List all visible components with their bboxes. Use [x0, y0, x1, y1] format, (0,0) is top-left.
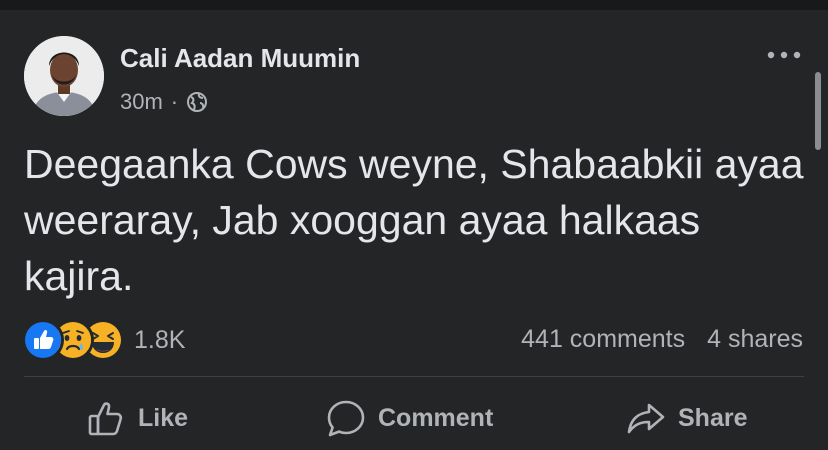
like-label: Like	[138, 403, 189, 432]
post-meta: 30m ·	[120, 89, 208, 115]
scrollbar[interactable]	[815, 72, 821, 150]
like-button[interactable]: Like	[86, 388, 188, 448]
engagement-stats: 441 comments 4 shares	[521, 325, 803, 354]
reaction-count: 1.8K	[134, 325, 186, 354]
divider	[24, 376, 804, 377]
more-icon[interactable]	[766, 48, 802, 62]
like-icon	[88, 402, 123, 436]
share-label: Share	[678, 403, 748, 432]
shares-count[interactable]: 4 shares	[707, 325, 803, 354]
reactions-summary[interactable]: 1.8K	[22, 318, 185, 362]
comment-button[interactable]: Comment	[326, 388, 493, 448]
globe-icon[interactable]	[186, 91, 208, 113]
share-button[interactable]: Share	[626, 388, 747, 448]
comments-count[interactable]: 441 comments	[521, 325, 685, 354]
top-bar	[0, 0, 828, 10]
avatar-image	[24, 36, 104, 116]
action-bar: Like Comment Share	[0, 388, 828, 448]
comment-label: Comment	[378, 403, 494, 432]
meta-separator: ·	[170, 89, 179, 114]
post-text: Deegaanka Cows weyne, Shabaabkii ayaa we…	[24, 141, 804, 299]
post-card: Cali Aadan Muumin 30m · Deegaanka Cows w…	[0, 10, 828, 450]
share-icon	[627, 403, 665, 434]
post-time[interactable]: 30m	[120, 89, 163, 115]
author-name[interactable]: Cali Aadan Muumin	[120, 43, 360, 74]
comment-icon	[327, 400, 365, 437]
avatar[interactable]	[24, 36, 104, 116]
like-reaction-icon	[22, 319, 64, 361]
